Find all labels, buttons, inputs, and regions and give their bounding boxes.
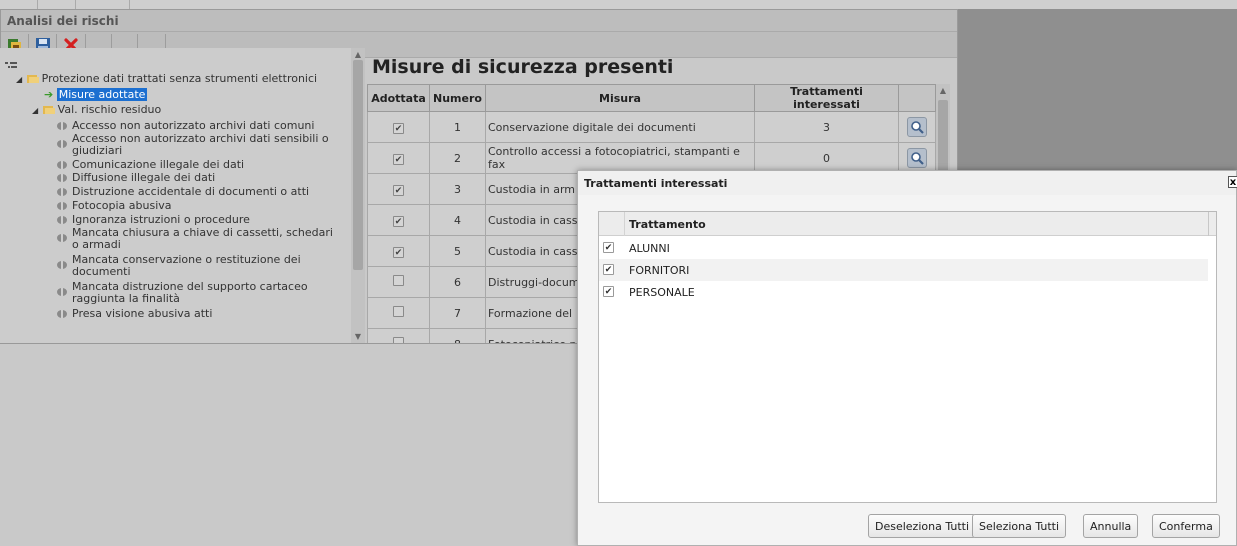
folder-icon [26, 75, 39, 83]
dialog-titlebar: Trattamenti interessati x [578, 171, 1237, 195]
adottata-checkbox[interactable]: ✔ [393, 184, 404, 196]
adottata-checkbox[interactable]: ✔ [393, 246, 404, 258]
cell-misura: Controllo accessi a fotocopiatrici, stam… [485, 142, 755, 174]
tree-leaf[interactable]: Comunicazione illegale dei dati [56, 159, 244, 171]
adottata-checkbox[interactable] [393, 306, 404, 317]
trattamento-checkbox[interactable]: ✔ [603, 264, 614, 275]
cell-trattamenti: 3 [754, 111, 899, 143]
cell-numero: 3 [429, 173, 486, 205]
tree-root-icon [5, 62, 17, 68]
col-trattamenti[interactable]: Trattamenti interessati [754, 84, 899, 112]
magnifier-icon [911, 152, 924, 165]
col-adottata[interactable]: Adottata [367, 84, 430, 112]
tree-node-misure-adottate[interactable]: ➔ Misure adottate [44, 88, 148, 101]
cancel-button[interactable]: Annulla [1083, 514, 1139, 538]
list-item[interactable]: ✔ FORNITORI [599, 259, 1208, 281]
expand-icon[interactable]: ◢ [32, 106, 38, 115]
tree-node-rischio-residuo[interactable]: ◢ Val. rischio residuo [32, 104, 161, 117]
col-numero[interactable]: Numero [429, 84, 486, 112]
cell-numero: 1 [429, 111, 486, 143]
adottata-checkbox[interactable]: ✔ [393, 153, 404, 165]
confirm-button[interactable]: Conferma [1152, 514, 1220, 538]
top-tab [0, 0, 38, 9]
tree-node-protezione[interactable]: ◢ Protezione dati trattati senza strumen… [16, 73, 317, 86]
list-item[interactable]: ✔ PERSONALE [599, 281, 1208, 303]
tree-leaf[interactable]: Mancata distruzione del supporto cartace… [56, 281, 348, 305]
tree-scroll-thumb[interactable] [353, 60, 363, 270]
adottata-checkbox[interactable]: ✔ [393, 122, 404, 134]
scroll-up-icon[interactable]: ▲ [351, 50, 365, 59]
table-row[interactable]: ✔ 2 Controllo accessi a fotocopiatrici, … [367, 142, 936, 174]
risk-icon [57, 288, 67, 296]
deselect-all-button[interactable]: Deseleziona Tutti [868, 514, 977, 538]
cell-misura: Conservazione digitale dei documenti [485, 111, 755, 143]
risk-icon [57, 202, 67, 210]
grid-title: Misure di sicurezza presenti [372, 56, 674, 78]
close-icon[interactable]: x [1228, 176, 1237, 188]
table-row[interactable]: ✔ 1 Conservazione digitale dei documenti… [367, 111, 936, 143]
top-tab [38, 0, 76, 9]
search-button[interactable] [907, 117, 927, 137]
search-button[interactable] [907, 148, 927, 168]
magnifier-icon [911, 121, 924, 134]
column-separator [624, 212, 625, 236]
tree-leaf[interactable]: Distruzione accidentale di documenti o a… [56, 186, 309, 198]
cell-numero: 7 [429, 297, 486, 329]
adottata-checkbox[interactable]: ✔ [393, 215, 404, 227]
tree-leaf[interactable]: Fotocopia abusiva [56, 200, 172, 212]
arrow-right-icon: ➔ [44, 88, 54, 101]
col-misura[interactable]: Misura [485, 84, 755, 112]
expand-icon[interactable]: ◢ [16, 75, 22, 84]
tree-root[interactable] [4, 60, 20, 72]
scroll-down-icon[interactable]: ▼ [351, 332, 365, 341]
risk-icon [57, 216, 67, 224]
tree-leaf[interactable]: Mancata chiusura a chiave di cassetti, s… [56, 227, 348, 251]
risk-icon [57, 122, 67, 130]
cell-trattamenti: 0 [754, 142, 899, 174]
tree-node-selected-label: Misure adottate [56, 88, 148, 101]
tree-leaf[interactable]: Mancata conservazione o restituzione dei… [56, 254, 348, 278]
tree-leaf[interactable]: Diffusione illegale dei dati [56, 172, 215, 184]
trattamento-checkbox[interactable]: ✔ [603, 242, 614, 253]
list-header: Trattamento [599, 212, 1216, 236]
cell-numero: 6 [429, 266, 486, 298]
top-tab-strip [0, 0, 1237, 9]
cell-numero: 2 [429, 142, 486, 174]
list-item[interactable]: ✔ ALUNNI [599, 237, 1208, 259]
risk-icon [57, 140, 67, 148]
column-separator [1208, 212, 1209, 236]
tree-scrollbar[interactable]: ▲ ▼ [351, 48, 365, 343]
trattamenti-dialog: Trattamenti interessati x Trattamento ✔ … [577, 170, 1237, 546]
trattamento-checkbox[interactable]: ✔ [603, 286, 614, 297]
col-trattamento[interactable]: Trattamento [629, 218, 706, 231]
trattamento-label: FORNITORI [629, 264, 690, 277]
folder-icon [42, 106, 55, 114]
window-title: Analisi dei rischi [7, 14, 119, 28]
trattamento-label: ALUNNI [629, 242, 670, 255]
trattamento-label: PERSONALE [629, 286, 695, 299]
cell-numero: 4 [429, 204, 486, 236]
trattamenti-list: Trattamento ✔ ALUNNI ✔ FORNITORI ✔ PERSO… [598, 211, 1217, 503]
top-tab [76, 0, 130, 9]
tree-leaf[interactable]: Ignoranza istruzioni o procedure [56, 214, 250, 226]
risk-icon [57, 188, 67, 196]
risk-icon [57, 261, 67, 269]
risk-icon [57, 174, 67, 182]
select-all-button[interactable]: Seleziona Tutti [972, 514, 1067, 538]
tree-leaf[interactable]: Accesso non autorizzato archivi dati sen… [56, 133, 348, 157]
risk-icon [57, 161, 67, 169]
tree-panel: ◢ Protezione dati trattati senza strumen… [0, 48, 365, 343]
tree-leaf[interactable]: Accesso non autorizzato archivi dati com… [56, 120, 314, 132]
adottata-checkbox[interactable] [393, 275, 404, 286]
risk-icon [57, 234, 67, 242]
risk-icon [57, 310, 67, 318]
tree-leaf[interactable]: Presa visione abusiva atti [56, 308, 212, 320]
col-actions [898, 84, 936, 112]
scroll-up-icon[interactable]: ▲ [936, 86, 950, 95]
cell-numero: 5 [429, 235, 486, 267]
window-titlebar: Analisi dei rischi [1, 10, 972, 32]
grid-header-row: Adottata Numero Misura Trattamenti inter… [367, 84, 936, 112]
dialog-title: Trattamenti interessati [584, 177, 728, 190]
